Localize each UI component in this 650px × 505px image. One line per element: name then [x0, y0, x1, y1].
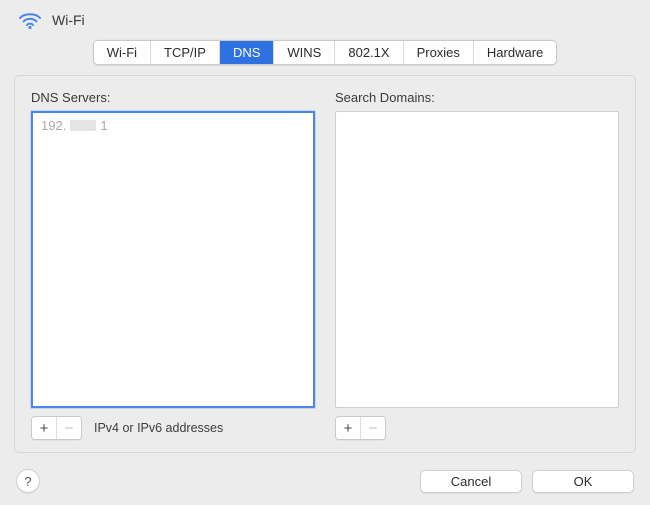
remove-dns-button[interactable]: − [57, 417, 81, 439]
dns-add-remove-group: + − [31, 416, 82, 440]
remove-domain-button[interactable]: − [361, 417, 385, 439]
dns-entry-prefix: 192. [41, 118, 66, 133]
tab-wins[interactable]: WINS [274, 41, 335, 64]
redacted-segment [70, 120, 96, 131]
search-domains-list[interactable] [335, 111, 619, 408]
cancel-button[interactable]: Cancel [420, 470, 522, 493]
help-button[interactable]: ? [16, 469, 40, 493]
tab-proxies[interactable]: Proxies [404, 41, 474, 64]
segmented-control: Wi-Fi TCP/IP DNS WINS 802.1X Proxies Har… [93, 40, 558, 65]
ok-button[interactable]: OK [532, 470, 634, 493]
add-domain-button[interactable]: + [336, 417, 361, 439]
add-dns-button[interactable]: + [32, 417, 57, 439]
help-icon: ? [24, 474, 31, 489]
search-domains-controls: + − [335, 416, 619, 440]
tab-bar: Wi-Fi TCP/IP DNS WINS 802.1X Proxies Har… [0, 40, 650, 65]
search-domains-label: Search Domains: [335, 90, 619, 105]
wifi-icon [18, 10, 42, 30]
dns-servers-label: DNS Servers: [31, 90, 315, 105]
plus-icon: + [344, 421, 353, 436]
plus-icon: + [40, 421, 49, 436]
tab-dns[interactable]: DNS [220, 41, 274, 64]
header-title: Wi-Fi [52, 12, 85, 28]
tab-8021x[interactable]: 802.1X [335, 41, 403, 64]
tab-wifi[interactable]: Wi-Fi [94, 41, 151, 64]
dns-entry-suffix: 1 [100, 118, 107, 133]
dns-servers-column: DNS Servers: 192. 1 + − IPv4 or IPv6 [31, 90, 315, 440]
dns-servers-controls: + − IPv4 or IPv6 addresses [31, 416, 315, 440]
footer: ? Cancel OK [0, 469, 650, 493]
minus-icon: − [369, 421, 378, 436]
search-domains-column: Search Domains: + − [335, 90, 619, 440]
network-dns-window: Wi-Fi Wi-Fi TCP/IP DNS WINS 802.1X Proxi… [0, 0, 650, 505]
tab-hardware[interactable]: Hardware [474, 41, 556, 64]
tab-tcpip[interactable]: TCP/IP [151, 41, 220, 64]
list-item[interactable]: 192. 1 [33, 113, 313, 138]
domains-add-remove-group: + − [335, 416, 386, 440]
minus-icon: − [65, 421, 74, 436]
dns-panel: DNS Servers: 192. 1 + − IPv4 or IPv6 [14, 75, 636, 453]
header: Wi-Fi [0, 0, 650, 36]
dns-hint: IPv4 or IPv6 addresses [94, 421, 223, 435]
dns-servers-list[interactable]: 192. 1 [31, 111, 315, 408]
